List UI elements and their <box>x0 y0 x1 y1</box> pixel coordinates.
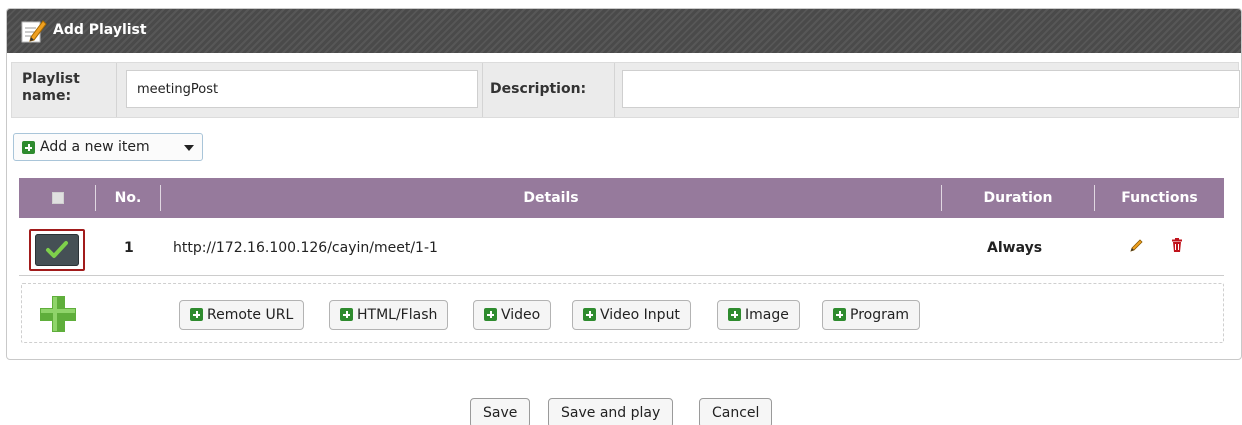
edit-note-icon <box>21 20 47 43</box>
description-label: Description: <box>490 81 587 97</box>
table-header: No. Details Duration Functions <box>19 178 1224 218</box>
edit-pencil-icon[interactable] <box>1129 237 1145 253</box>
header-duration: Duration <box>983 190 1053 206</box>
add-video-button[interactable]: Video <box>473 300 552 330</box>
row-number: 1 <box>124 240 134 256</box>
playlist-name-label: Playlist name: <box>22 71 80 104</box>
button-label: HTML/Flash <box>357 307 438 323</box>
form-divider <box>482 63 483 117</box>
button-label: Video <box>501 307 541 323</box>
checkmark-icon <box>46 241 68 258</box>
add-remote-url-button[interactable]: Remote URL <box>179 300 305 330</box>
header-select-all[interactable] <box>19 178 95 218</box>
form-divider <box>116 63 117 117</box>
checkbox-face <box>35 234 79 266</box>
delete-trash-icon[interactable] <box>1169 237 1185 253</box>
plus-square-icon <box>583 308 596 321</box>
row-select-checkbox[interactable] <box>29 229 85 271</box>
plus-square-icon <box>833 308 846 321</box>
cancel-button[interactable]: Cancel <box>699 398 773 425</box>
description-input[interactable] <box>622 70 1240 108</box>
select-all-checkbox[interactable] <box>52 192 64 204</box>
row-details: http://172.16.100.126/cayin/meet/1-1 <box>173 240 438 256</box>
caret-down-icon <box>184 145 194 151</box>
button-label: Program <box>850 307 910 323</box>
add-html-flash-button[interactable]: HTML/Flash <box>329 300 449 330</box>
playlist-form-row: Playlist name: Description: <box>11 62 1240 118</box>
add-program-button[interactable]: Program <box>822 300 921 330</box>
panel-titlebar: Add Playlist <box>7 9 1241 53</box>
row-duration: Always <box>987 240 1043 256</box>
header-details: Details <box>523 190 579 206</box>
add-plus-icon[interactable] <box>38 294 78 334</box>
add-video-input-button[interactable]: Video Input <box>572 300 691 330</box>
header-no: No. <box>114 190 142 206</box>
playlist-items-table: No. Details Duration Functions 1 http://… <box>13 170 1229 352</box>
add-new-item-label: Add a new item <box>40 139 150 155</box>
plus-square-icon <box>340 308 353 321</box>
button-label: Video Input <box>600 307 680 323</box>
button-label: Remote URL <box>207 307 294 323</box>
form-divider <box>614 63 615 117</box>
plus-square-icon <box>190 308 203 321</box>
add-image-button[interactable]: Image <box>717 300 800 330</box>
plus-square-icon <box>728 308 741 321</box>
table-row: 1 http://172.16.100.126/cayin/meet/1-1 A… <box>19 218 1224 276</box>
button-label: Image <box>745 307 789 323</box>
add-item-row: Remote URL HTML/Flash Video Video Input … <box>21 283 1224 343</box>
playlist-name-input[interactable] <box>126 70 478 108</box>
plus-square-icon <box>484 308 497 321</box>
add-new-item-dropdown[interactable]: Add a new item <box>13 133 203 161</box>
save-and-play-button[interactable]: Save and play <box>548 398 674 425</box>
header-functions: Functions <box>1121 190 1198 206</box>
panel-title: Add Playlist <box>53 22 147 38</box>
save-button[interactable]: Save <box>470 398 531 425</box>
plus-square-icon <box>22 141 35 154</box>
